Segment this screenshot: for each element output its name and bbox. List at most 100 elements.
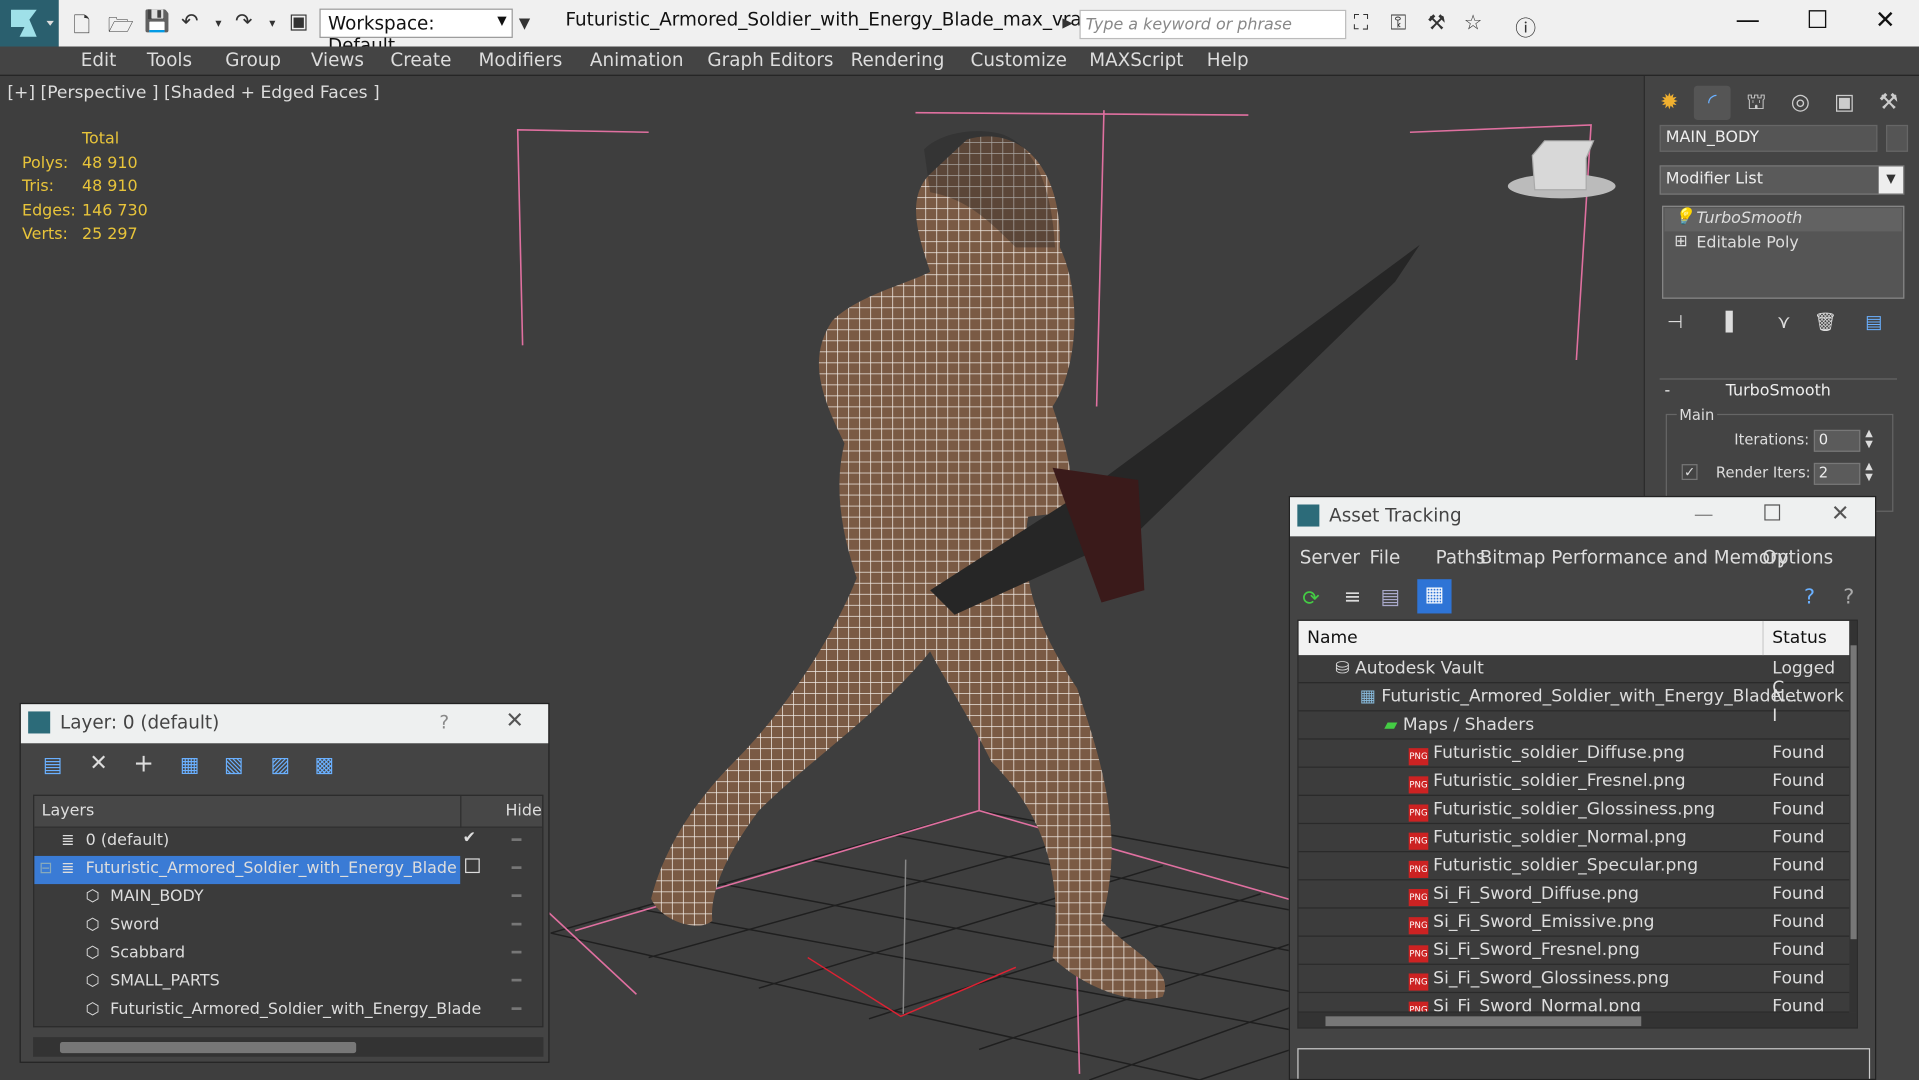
menu-create[interactable]: Create: [390, 49, 451, 71]
menu-modifiers[interactable]: Modifiers: [479, 49, 563, 71]
show-end-result-icon[interactable]: ▌: [1726, 311, 1740, 333]
close-icon[interactable]: ✕: [1831, 501, 1849, 527]
layers-column-header[interactable]: Layers: [42, 802, 95, 820]
list-view-icon[interactable]: ≡: [1344, 585, 1361, 609]
object-row[interactable]: ⬡ MAIN_BODY ━: [34, 884, 542, 912]
maximize-icon[interactable]: ☐: [1806, 5, 1828, 34]
refresh-icon[interactable]: ⟳: [1302, 587, 1319, 611]
asset-row[interactable]: ▦ Futuristic_Armored_Soldier_with_Energy…: [1298, 683, 1850, 726]
save-icon[interactable]: 💾: [144, 10, 170, 34]
utilities-tab-icon[interactable]: ⚒: [1870, 86, 1907, 120]
freeze-all-icon[interactable]: ▩: [315, 753, 335, 777]
menu-file[interactable]: File: [1370, 546, 1401, 568]
scrollbar-thumb[interactable]: [1850, 645, 1857, 940]
menu-bitmap-performance[interactable]: Bitmap Performance and Memory: [1480, 546, 1789, 568]
add-to-layer-icon[interactable]: +: [133, 748, 154, 777]
modify-tab-icon[interactable]: ◜: [1693, 85, 1731, 121]
object-color-swatch[interactable]: [1886, 124, 1909, 152]
hide-toggle-icon[interactable]: ━: [512, 972, 522, 990]
name-column-header[interactable]: Name: [1307, 628, 1358, 648]
current-layer-check-icon[interactable]: ✔: [463, 829, 476, 847]
asset-row[interactable]: ⛁ Autodesk Vault Logged C: [1298, 655, 1850, 698]
menu-maxscript[interactable]: MAXScript: [1089, 49, 1183, 71]
help-query-icon[interactable]: ?: [1804, 585, 1815, 609]
pin-stack-icon[interactable]: ⊣: [1667, 311, 1683, 333]
hierarchy-tab-icon[interactable]: ⛫: [1738, 86, 1775, 120]
menu-paths[interactable]: Paths: [1436, 546, 1486, 568]
display-tab-icon[interactable]: ▣: [1826, 86, 1863, 120]
minimize-icon[interactable]: —: [1694, 502, 1714, 525]
favorites-star-icon[interactable]: ☆: [1464, 11, 1483, 35]
create-tab-icon[interactable]: ✹: [1651, 86, 1688, 120]
asset-panel-titlebar[interactable]: Asset Tracking — ☐ ✕: [1289, 497, 1876, 537]
render-iters-checkbox[interactable]: ✓: [1681, 464, 1698, 481]
status-column-header[interactable]: Status: [1772, 628, 1827, 648]
expand-plus-icon[interactable]: ⊞: [1674, 233, 1687, 251]
new-file-icon[interactable]: 🗋: [73, 10, 90, 46]
select-objects-icon[interactable]: ▦: [180, 753, 200, 777]
minimize-icon[interactable]: —: [1735, 5, 1759, 34]
configure-sets-icon[interactable]: ▤: [1865, 311, 1882, 333]
menu-graph-editors[interactable]: Graph Editors: [707, 49, 833, 71]
set-current-box-icon[interactable]: [465, 858, 480, 874]
redo-icon[interactable]: ↷: [235, 10, 252, 34]
menu-animation[interactable]: Animation: [590, 49, 684, 71]
object-row[interactable]: ⬡ SMALL_PARTS ━: [34, 969, 542, 997]
help-icon[interactable]: ⓘ: [1515, 11, 1536, 41]
open-file-icon[interactable]: 🗁: [108, 10, 134, 46]
collapse-minus-icon[interactable]: ⊟: [39, 860, 52, 878]
key-icon[interactable]: ⚿: [1390, 11, 1406, 35]
spinner-arrows-icon[interactable]: ▲ ▼: [1865, 427, 1873, 449]
remove-modifier-icon[interactable]: 🗑: [1814, 311, 1837, 333]
asset-row[interactable]: PNG Si_Fi_Sword_Diffuse.png Found: [1298, 880, 1850, 909]
menu-help[interactable]: Help: [1207, 49, 1249, 71]
asset-path-field[interactable]: [1297, 1048, 1871, 1079]
viewport-label[interactable]: [+] [Perspective ] [Shaded + Edged Faces…: [7, 83, 379, 103]
redo-dropdown-icon[interactable]: ▾: [269, 17, 275, 30]
undo-icon[interactable]: ↶: [181, 10, 198, 34]
make-unique-icon[interactable]: ⋎: [1777, 311, 1790, 333]
asset-row[interactable]: ▰ Maps / Shaders: [1298, 711, 1850, 740]
expand-arrow-icon[interactable]: ▶: [1062, 15, 1072, 31]
object-row[interactable]: ⬡ Sword ━: [34, 912, 542, 940]
render-iters-spinner[interactable]: 2: [1813, 462, 1861, 485]
menu-edit[interactable]: Edit: [81, 49, 117, 71]
close-icon[interactable]: ✕: [1875, 5, 1896, 34]
subscription-icon[interactable]: ⚒: [1427, 11, 1446, 35]
maximize-icon[interactable]: ☐: [1762, 501, 1782, 527]
object-row[interactable]: ⬡ Futuristic_Armored_Soldier_with_Energy_…: [34, 997, 542, 1025]
object-name-field[interactable]: MAIN_BODY: [1659, 124, 1878, 152]
hide-column-header[interactable]: Hide: [505, 802, 541, 820]
menu-group[interactable]: Group: [225, 49, 281, 71]
binoculars-icon[interactable]: ⛶: [1354, 11, 1369, 35]
hide-toggle-icon[interactable]: ━: [512, 944, 522, 962]
modifier-list-dropdown[interactable]: Modifier List ▼: [1659, 165, 1905, 195]
hide-toggle-icon[interactable]: ━: [512, 916, 522, 934]
app-logo-icon[interactable]: [0, 0, 59, 47]
thumbnail-view-icon[interactable]: ▤: [1381, 585, 1401, 609]
menu-rendering[interactable]: Rendering: [851, 49, 945, 71]
object-row[interactable]: ⬡ Scabbard ━: [34, 940, 542, 968]
hide-toggle-icon[interactable]: ━: [512, 831, 522, 849]
search-input[interactable]: Type a keyword or phrase: [1079, 9, 1347, 40]
scrollbar-thumb[interactable]: [1325, 1016, 1642, 1027]
asset-row[interactable]: PNG Si_Fi_Sword_Glossiness.png Found: [1298, 965, 1850, 994]
hide-toggle-icon[interactable]: ━: [512, 888, 522, 906]
layer-row[interactable]: ≣ 0 (default) ✔ ━: [34, 828, 542, 856]
menu-tools[interactable]: Tools: [147, 49, 192, 71]
horizontal-scrollbar[interactable]: [33, 1037, 544, 1057]
menu-options[interactable]: Options: [1762, 546, 1833, 568]
asset-row[interactable]: PNG Futuristic_soldier_Glossiness.png Foun…: [1298, 796, 1850, 825]
asset-row[interactable]: PNG Si_Fi_Sword_Emissive.png Found: [1298, 909, 1850, 937]
project-folder-icon[interactable]: ▣: [289, 10, 309, 34]
table-view-icon[interactable]: ▦: [1417, 579, 1452, 614]
vertical-scrollbar[interactable]: [1849, 620, 1857, 1013]
menu-views[interactable]: Views: [311, 49, 364, 71]
asset-row[interactable]: PNG Si_Fi_Sword_Fresnel.png Found: [1298, 937, 1850, 965]
spinner-arrows-icon[interactable]: ▲ ▼: [1865, 460, 1873, 482]
asset-row[interactable]: PNG Futuristic_soldier_Normal.png Found: [1298, 824, 1850, 853]
hide-toggle-icon[interactable]: ━: [512, 860, 522, 878]
layer-panel-titlebar[interactable]: Layer: 0 (default) ? ✕: [20, 704, 549, 744]
asset-row[interactable]: PNG Si_Fi_Sword_Normal.png Found: [1298, 993, 1850, 1013]
highlight-layer-icon[interactable]: ▧: [224, 753, 244, 777]
